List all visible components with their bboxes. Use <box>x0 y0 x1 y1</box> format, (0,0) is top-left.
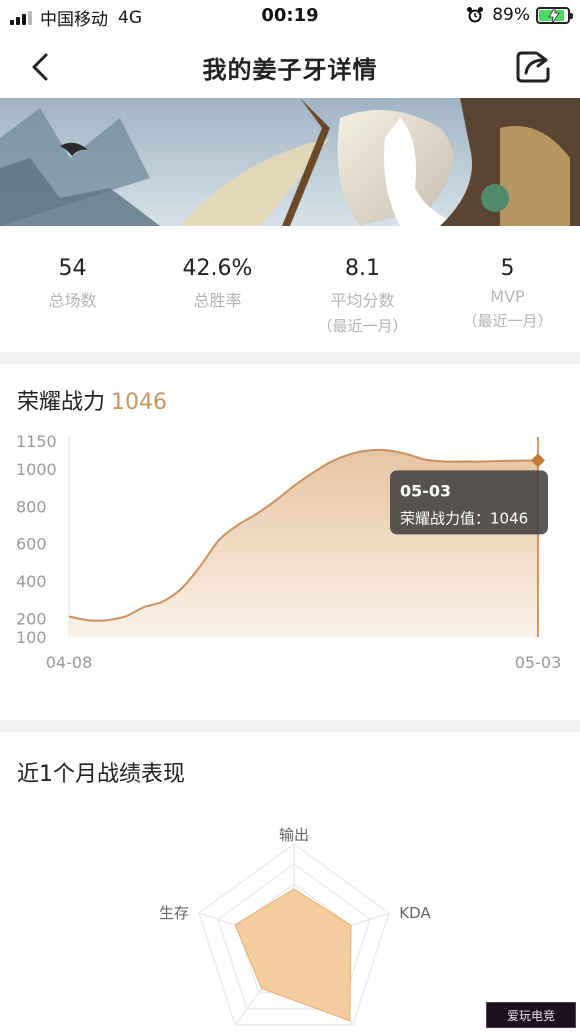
battery-icon <box>536 6 573 24</box>
radar-label: 生存 <box>159 904 189 922</box>
radar-label: 输出 <box>279 826 309 844</box>
y-tick-label: 1000 <box>16 460 57 479</box>
stat-value: 5 <box>500 256 515 281</box>
power-header: 荣耀战力 1046 <box>17 384 167 416</box>
section-divider <box>0 720 580 732</box>
status-right: 89% <box>466 5 573 25</box>
tooltip-date: 05-03 <box>400 481 451 500</box>
hero-banner-image <box>0 98 580 226</box>
nav-bar: 我的姜子牙详情 <box>0 34 580 98</box>
y-tick-label: 800 <box>16 497 47 516</box>
stat-label: 总场数 <box>48 291 97 310</box>
battery-percent: 89% <box>492 5 530 25</box>
stat-value: 54 <box>58 256 87 281</box>
tooltip-value: 荣耀战力值：1046 <box>400 509 528 527</box>
watermark-text: 爱玩电竞 <box>506 1008 555 1023</box>
section-divider <box>0 352 580 364</box>
performance-title: 近1个月战绩表现 <box>17 762 185 787</box>
status-bar: 中国移动 4G 00:19 89% <box>0 0 580 34</box>
stat-value: 42.6% <box>182 256 253 281</box>
y-tick-label: 400 <box>16 572 47 591</box>
stat-label: 平均分数 <box>330 291 395 310</box>
stat-total-games: 54 总场数 <box>0 226 145 352</box>
watermark-logo: 爱玩电竞 <box>486 1002 576 1028</box>
x-tick-label: 04-08 <box>46 653 93 672</box>
radar-chart: 输出 KDA 生存 <box>159 826 431 1026</box>
stat-value: 8.1 <box>345 256 380 281</box>
stat-win-rate: 42.6% 总胜率 <box>145 226 290 352</box>
y-tick-label: 600 <box>16 535 47 554</box>
stat-label: MVP <box>490 287 525 306</box>
power-value: 1046 <box>111 390 168 415</box>
y-tick-label: 200 <box>16 609 47 628</box>
share-icon[interactable] <box>514 49 554 85</box>
stat-label: 总胜率 <box>193 291 242 310</box>
power-chart[interactable]: 100200 400 600 800 1000 1150 04-08 05-03 05-03 荣耀… <box>0 425 580 685</box>
stats-row: 54 总场数 42.6% 总胜率 8.1 平均分数 （最近一月） 5 MVP （… <box>0 226 580 352</box>
page-title: 我的姜子牙详情 <box>202 56 378 84</box>
y-tick-label: 100 <box>16 628 47 647</box>
stat-avg-score: 8.1 平均分数 （最近一月） <box>290 226 435 352</box>
x-tick-label: 05-03 <box>515 653 562 672</box>
power-title: 荣耀战力 <box>17 390 106 415</box>
alarm-clock-icon <box>467 7 484 23</box>
stat-sublabel: （最近一月） <box>462 312 553 330</box>
stat-mvp: 5 MVP （最近一月） <box>435 226 580 352</box>
stat-sublabel: （最近一月） <box>317 317 408 335</box>
y-tick-label: 1150 <box>16 432 57 451</box>
radar-label: KDA <box>399 904 431 922</box>
